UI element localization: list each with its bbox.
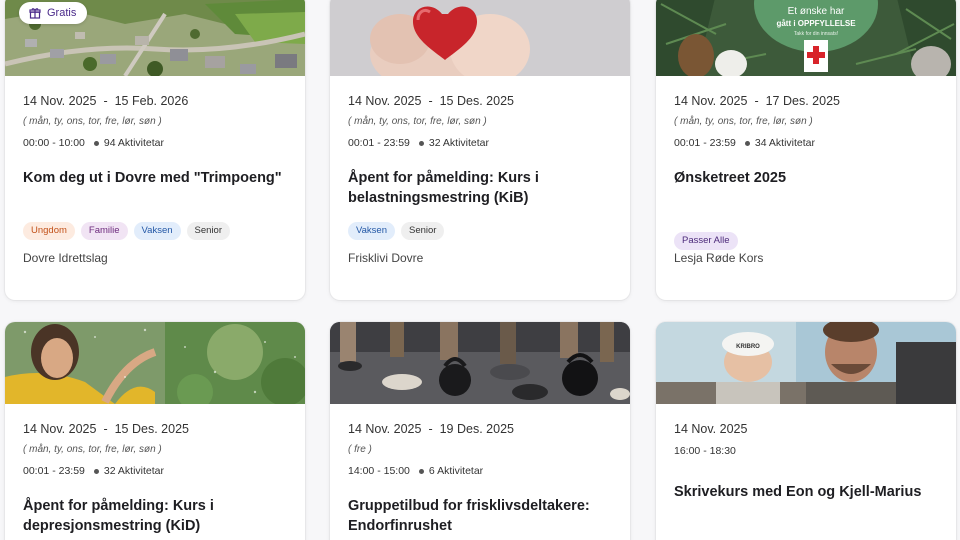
event-title: Gruppetilbud for frisklivsdeltakere: End… (348, 498, 590, 534)
start-date: 14 Nov. 2025 (674, 422, 748, 436)
event-card-endorfinrushet[interactable]: 14 Nov. 2025-19 Des. 2025 ( fre ) 14:00 … (330, 322, 630, 540)
event-meta: 00:00 - 10:00 94 Aktivitetar (23, 137, 164, 149)
event-dates: 14 Nov. 2025 (674, 422, 747, 436)
date-separator: - (103, 422, 108, 436)
event-image-wishtree: Et ønske har gått i OPPFYLLELSE Takk for… (656, 0, 956, 76)
end-date: 19 Des. 2025 (439, 422, 514, 436)
tag-passer-alle: Passer Alle (674, 232, 738, 250)
date-separator: - (428, 422, 433, 436)
end-date: 15 Des. 2025 (439, 94, 514, 108)
dot-separator (418, 140, 424, 146)
tag-vaksen: Vaksen (133, 222, 181, 240)
time-range: 00:01 - 23:59 (348, 137, 410, 149)
end-date: 17 Des. 2025 (765, 94, 840, 108)
wish-tag-text-3: Takk for din innsats! (794, 31, 838, 37)
audience-tags: Vaksen Senior (348, 222, 445, 240)
event-card-skrivekurs[interactable]: KRIBRO 14 Nov. 2025 16:00 - 18:30 Skrive… (656, 322, 956, 540)
event-image-heart (330, 0, 630, 76)
weekdays: ( mån, ty, ons, tor, fre, lør, søn ) (674, 116, 813, 127)
event-card-trimpoeng[interactable]: Gratis 14 Nov. 2025-15 Feb. 2026 ( mån, … (5, 0, 305, 300)
end-date: 15 Des. 2025 (114, 422, 189, 436)
event-image-village: Gratis (5, 0, 305, 76)
dot-separator (93, 468, 99, 474)
weekdays: ( fre ) (348, 444, 372, 455)
event-dates: 14 Nov. 2025-15 Des. 2025 (348, 94, 514, 108)
date-separator: - (103, 94, 108, 108)
tag-senior: Senior (400, 222, 445, 240)
event-dates: 14 Nov. 2025-15 Feb. 2026 (23, 94, 188, 108)
wish-tag-text-2: gått i OPPFYLLELSE (776, 19, 856, 28)
event-meta: 14:00 - 15:00 6 Aktivitetar (348, 465, 483, 477)
tag-vaksen: Vaksen (348, 222, 395, 240)
event-card-kid[interactable]: 14 Nov. 2025-15 Des. 2025 ( mån, ty, ons… (5, 322, 305, 540)
dot-separator (744, 140, 750, 146)
time-range: 00:00 - 10:00 (23, 137, 85, 149)
event-dates: 14 Nov. 2025-19 Des. 2025 (348, 422, 514, 436)
weekdays: ( mån, ty, ons, tor, fre, lør, søn ) (348, 116, 487, 127)
audience-tags: Ungdom Familie Vaksen Senior (23, 222, 230, 240)
gift-icon (29, 8, 41, 19)
event-meta: 00:01 - 23:59 34 Aktivitetar (674, 137, 815, 149)
event-image-rain-woman (5, 322, 305, 404)
event-card-onsketreet[interactable]: Et ønske har gått i OPPFYLLELSE Takk for… (656, 0, 956, 300)
event-title: Åpent for påmelding: Kurs i depresjonsme… (23, 498, 214, 534)
dot-separator (418, 468, 424, 474)
organizer: Frisklivi Dovre (348, 251, 424, 265)
organizer: Dovre Idrettslag (23, 251, 108, 265)
activity-count: 34 Aktivitetar (754, 137, 816, 149)
event-title: Skrivekurs med Eon og Kjell-Marius (674, 484, 922, 500)
event-image-two-people: KRIBRO (656, 322, 956, 404)
activity-count: 94 Aktivitetar (103, 137, 165, 149)
free-badge: Gratis (19, 2, 88, 24)
event-meta: 16:00 - 18:30 (674, 445, 736, 457)
tag-familie: Familie (80, 222, 128, 240)
date-separator: - (754, 94, 759, 108)
weekdays: ( mån, ty, ons, tor, fre, lør, søn ) (23, 444, 162, 455)
event-meta: 00:01 - 23:59 32 Aktivitetar (23, 465, 164, 477)
end-date: 15 Feb. 2026 (114, 94, 189, 108)
event-card-kib[interactable]: 14 Nov. 2025-15 Des. 2025 ( mån, ty, ons… (330, 0, 630, 300)
weekdays: ( mån, ty, ons, tor, fre, lør, søn ) (23, 116, 162, 127)
time-range: 00:01 - 23:59 (674, 137, 736, 149)
time-range: 16:00 - 18:30 (674, 445, 736, 457)
event-dates: 14 Nov. 2025-17 Des. 2025 (674, 94, 840, 108)
event-dates: 14 Nov. 2025-15 Des. 2025 (23, 422, 189, 436)
time-range: 14:00 - 15:00 (348, 465, 410, 477)
tag-ungdom: Ungdom (23, 222, 75, 240)
free-badge-label: Gratis (47, 7, 77, 19)
audience-tags: Passer Alle (674, 232, 738, 250)
event-title: Ønsketreet 2025 (674, 170, 787, 186)
event-image-kettlebells (330, 322, 630, 404)
organizer: Lesja Røde Kors (674, 251, 764, 265)
start-date: 14 Nov. 2025 (23, 422, 97, 436)
start-date: 14 Nov. 2025 (348, 422, 422, 436)
activity-count: 32 Aktivitetar (428, 137, 490, 149)
event-meta: 00:01 - 23:59 32 Aktivitetar (348, 137, 489, 149)
cap-text: KRIBRO (736, 344, 760, 350)
event-title: Kom deg ut i Dovre med "Trimpoeng" (23, 170, 282, 186)
time-range: 00:01 - 23:59 (23, 465, 85, 477)
start-date: 14 Nov. 2025 (348, 94, 422, 108)
start-date: 14 Nov. 2025 (674, 94, 748, 108)
wish-tag-text-1: Et ønske har (788, 6, 845, 17)
start-date: 14 Nov. 2025 (23, 94, 97, 108)
tag-senior: Senior (186, 222, 230, 240)
dot-separator (93, 140, 99, 146)
activity-count: 6 Aktivitetar (428, 465, 484, 477)
event-title: Åpent for påmelding: Kurs i belastningsm… (348, 170, 539, 206)
date-separator: - (428, 94, 433, 108)
activity-count: 32 Aktivitetar (103, 465, 165, 477)
